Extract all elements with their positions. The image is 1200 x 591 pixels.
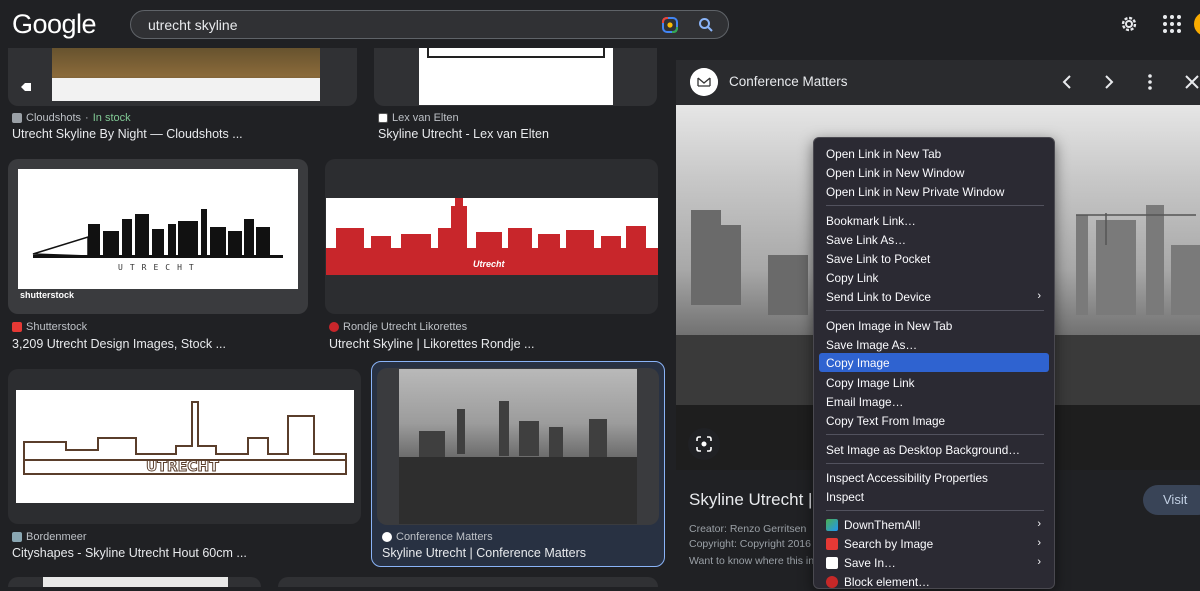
save-in-icon <box>826 557 838 569</box>
menu-email-image[interactable]: Email Image… <box>819 392 1049 411</box>
lens-icon <box>696 436 712 452</box>
tag-icon <box>21 83 31 91</box>
menu-open-link-new-tab[interactable]: Open Link in New Tab <box>819 144 1049 163</box>
visit-button[interactable]: Visit <box>1143 485 1200 515</box>
stock-badge: In stock <box>92 112 131 124</box>
site-name[interactable]: Conference Matters <box>729 74 848 89</box>
menu-open-link-new-window[interactable]: Open Link in New Window <box>819 163 1049 182</box>
downthemall-icon <box>826 519 838 531</box>
wood-skyline-illustration: UTRECHT <box>23 401 347 476</box>
menu-search-by-image[interactable]: Search by Image › <box>819 534 1049 553</box>
context-menu: Open Link in New Tab Open Link in New Wi… <box>813 137 1055 589</box>
menu-copy-link[interactable]: Copy Link <box>819 268 1049 287</box>
menu-separator <box>826 510 1044 511</box>
result-thumbnail-lex-van-elten[interactable] <box>374 48 657 106</box>
result-thumbnail-partial[interactable] <box>8 577 261 587</box>
city-photo <box>399 401 637 524</box>
menu-set-desktop-background[interactable]: Set Image as Desktop Background… <box>819 440 1049 459</box>
menu-open-image-new-tab[interactable]: Open Image in New Tab <box>819 316 1049 335</box>
menu-downthemall[interactable]: DownThemAll! › <box>819 515 1049 534</box>
panel-header: Conference Matters <box>676 60 1200 105</box>
search-input[interactable] <box>148 15 628 35</box>
search-icon[interactable] <box>697 16 715 34</box>
menu-separator <box>826 434 1044 435</box>
menu-copy-image[interactable]: Copy Image <box>819 353 1049 372</box>
gear-icon[interactable] <box>1118 13 1140 35</box>
result-thumbnail-cloudshots[interactable] <box>8 48 357 106</box>
result-source[interactable]: Lex van Elten <box>378 112 459 124</box>
result-source[interactable]: Shutterstock <box>12 321 87 333</box>
menu-separator <box>826 463 1044 464</box>
favicon-icon <box>12 532 22 542</box>
camera-icon <box>826 538 838 550</box>
result-title[interactable]: 3,209 Utrecht Design Images, Stock ... <box>12 337 302 351</box>
menu-separator <box>826 310 1044 311</box>
result-title[interactable]: Cityshapes - Skyline Utrecht Hout 60cm .… <box>12 546 357 560</box>
menu-save-link-pocket[interactable]: Save Link to Pocket <box>819 249 1049 268</box>
top-bar: Google <box>0 0 1200 48</box>
google-lens-icon[interactable] <box>661 16 679 34</box>
site-logo-icon[interactable] <box>690 68 718 96</box>
menu-inspect-accessibility[interactable]: Inspect Accessibility Properties <box>819 468 1049 487</box>
menu-open-link-private-window[interactable]: Open Link in New Private Window <box>819 182 1049 201</box>
result-title[interactable]: Utrecht Skyline | Likorettes Rondje ... <box>329 337 649 351</box>
result-title[interactable]: Utrecht Skyline By Night — Cloudshots ..… <box>12 127 352 141</box>
menu-copy-text-from-image[interactable]: Copy Text From Image <box>819 411 1049 430</box>
search-box[interactable] <box>130 10 729 39</box>
result-thumbnail-shutterstock[interactable]: UTRECHT shutterstock <box>8 159 308 314</box>
description-text: Want to know where this in <box>689 555 815 567</box>
favicon-icon <box>382 532 392 542</box>
result-thumbnail-rondje-utrecht[interactable]: Utrecht <box>325 159 658 314</box>
submenu-arrow-icon: › <box>1037 537 1041 549</box>
result-title[interactable]: Skyline Utrecht - Lex van Elten <box>378 127 658 141</box>
result-thumbnail-conference-matters[interactable] <box>377 368 659 525</box>
submenu-arrow-icon: › <box>1037 556 1041 568</box>
creator-text: Creator: Renzo Gerritsen <box>689 523 807 535</box>
chevron-left-icon[interactable] <box>1057 72 1077 92</box>
chevron-right-icon[interactable] <box>1099 72 1119 92</box>
result-source[interactable]: Conference Matters <box>382 531 493 543</box>
menu-save-link-as[interactable]: Save Link As… <box>819 230 1049 249</box>
ublock-icon <box>826 576 838 588</box>
menu-save-in[interactable]: Save In… › <box>819 553 1049 572</box>
image-results-grid: Cloudshots · In stock Utrecht Skyline By… <box>0 48 672 587</box>
google-logo[interactable]: Google <box>12 9 97 40</box>
visual-search-button[interactable] <box>688 428 720 460</box>
menu-block-element[interactable]: Block element… <box>819 572 1049 591</box>
favicon-icon <box>12 113 22 123</box>
menu-send-link-to-device[interactable]: Send Link to Device › <box>819 287 1049 306</box>
result-title[interactable]: Skyline Utrecht | Conference Matters <box>382 546 657 560</box>
menu-save-image-as[interactable]: Save Image As… <box>819 335 1049 354</box>
result-source[interactable]: Cloudshots · In stock <box>12 112 131 124</box>
menu-bookmark-link[interactable]: Bookmark Link… <box>819 211 1049 230</box>
avatar[interactable] <box>1194 12 1200 36</box>
menu-separator <box>826 205 1044 206</box>
result-thumbnail-bordenmeer[interactable]: UTRECHT <box>8 369 361 524</box>
result-thumbnail-partial[interactable] <box>278 577 658 587</box>
favicon-icon <box>12 322 22 332</box>
utrecht-wood-text: UTRECHT <box>146 459 219 475</box>
favicon-icon <box>378 113 388 123</box>
apps-grid-icon[interactable] <box>1162 14 1182 34</box>
copyright-text: Copyright: Copyright 2016 <box>689 538 811 550</box>
submenu-arrow-icon: › <box>1037 518 1041 530</box>
result-source[interactable]: Bordenmeer <box>12 531 87 543</box>
favicon-icon <box>329 322 339 332</box>
submenu-arrow-icon: › <box>1037 290 1041 302</box>
menu-copy-image-link[interactable]: Copy Image Link <box>819 373 1049 392</box>
more-vert-icon[interactable] <box>1140 72 1160 92</box>
result-source[interactable]: Rondje Utrecht Likorettes <box>329 321 467 333</box>
menu-inspect[interactable]: Inspect <box>819 487 1049 506</box>
close-icon[interactable] <box>1182 72 1200 92</box>
preview-title[interactable]: Skyline Utrecht | C <box>689 490 829 510</box>
